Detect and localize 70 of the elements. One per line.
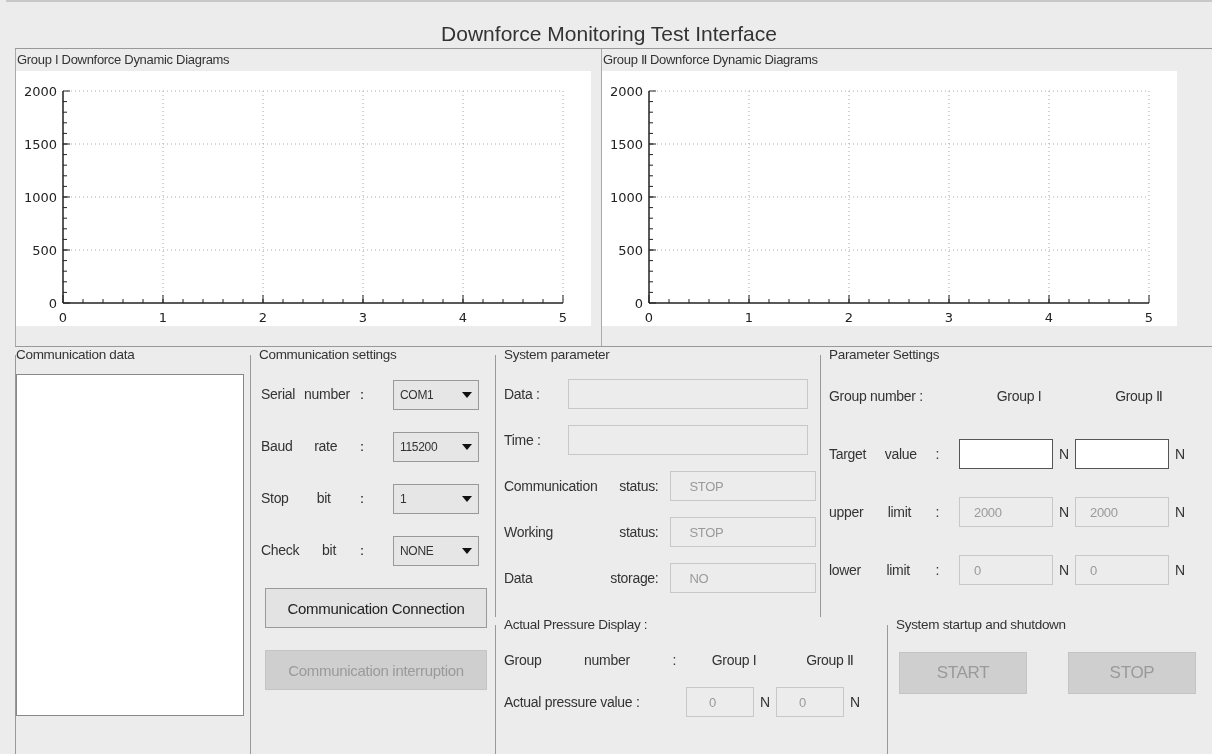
field-label: Stop bit： [261,490,369,508]
log-area[interactable] [16,374,244,716]
chart-title: Group Ⅱ Downforce Dynamic Diagrams [602,51,819,69]
window-title: Downforce Monitoring Test Interface [441,22,777,47]
dropdown[interactable]: COM1 [393,380,479,410]
unit-label: N [1174,504,1186,520]
caret-icon [462,444,472,450]
group-title: System parameter [503,347,611,362]
axis-tick-label: 500 [32,243,57,258]
field-label: Data storage: [504,570,659,586]
axis-tick-label: 1 [158,310,168,325]
unit-label: N [1058,562,1070,578]
axis-tick-label: 2 [844,310,854,325]
column-header: Group Ⅱ [1114,388,1164,404]
axis-tick-label: 1500 [23,137,57,152]
caret-icon [462,496,472,502]
caret-icon [462,548,472,554]
axis-tick-label: 1000 [23,190,57,205]
field-label: Actual pressure value : [504,694,641,710]
column-header: Group number : [504,652,676,668]
field-label: Baud rate： [261,438,369,456]
axis-tick-label: 4 [458,310,468,325]
group-title: Actual Pressure Display : [503,617,649,632]
axis-tick-label: 2000 [23,84,57,99]
dropdown[interactable]: 115200 [393,432,479,462]
axis-tick-label: 0 [48,296,57,311]
axis-tick-label: 0 [644,310,654,325]
field-label: Data : [504,386,541,402]
field-label: Target value : [829,446,939,462]
group-title: System startup and shutdown [895,617,1067,632]
dropdown[interactable]: 1 [393,484,479,514]
field-label: Serial number： [261,386,369,404]
chart-title: Group I Downforce Dynamic Diagrams [16,51,231,69]
axis-tick-label: 1500 [609,137,643,152]
axis-tick-label: 0 [58,310,68,325]
unit-label: N [1058,446,1070,462]
axis-tick-label: 2000 [609,84,643,99]
field-label: lower limit : [829,562,939,578]
axis-tick-label: 5 [1144,310,1154,325]
axis-tick-label: 1000 [609,190,643,205]
group-title: Communication settings [258,347,398,362]
number-field[interactable] [959,439,1053,469]
field-label: Time : [504,432,542,448]
axis-tick-label: 4 [1044,310,1054,325]
group-title: Parameter Settings [828,347,941,362]
caret-icon [462,392,472,398]
column-header: Group number : [829,388,924,404]
unit-label: N [1058,504,1070,520]
column-header: Group Ⅱ [805,652,855,668]
group-title: Communication data [16,347,136,362]
number-field[interactable] [1075,439,1169,469]
field-label: Working status: [504,524,659,540]
field-label: Check bit： [261,542,369,560]
column-header: Group I [710,652,758,668]
unit-label: N [759,694,771,710]
axis-tick-label: 5 [558,310,568,325]
action-button[interactable]: Communication Connection [265,588,487,628]
dropdown[interactable]: NONE [393,536,479,566]
axis-tick-label: 500 [618,243,643,258]
axis-tick-label: 1 [744,310,754,325]
axis-tick-label: 2 [258,310,268,325]
field-label: Communication status: [504,478,659,494]
field-label: upper limit : [829,504,939,520]
axis-tick-label: 0 [634,296,643,311]
axis-tick-label: 3 [944,310,954,325]
unit-label: N [1174,562,1186,578]
column-header: Group I [995,388,1043,404]
unit-label: N [849,694,861,710]
axis-tick-label: 3 [358,310,368,325]
unit-label: N [1174,446,1186,462]
